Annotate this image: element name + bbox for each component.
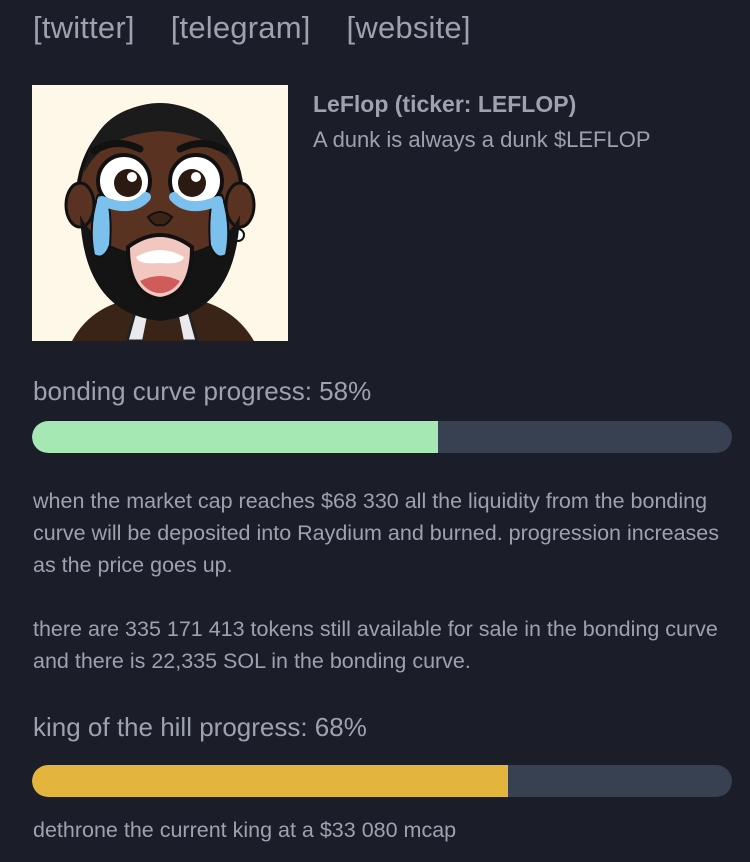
twitter-link[interactable]: [twitter] xyxy=(33,10,135,46)
website-link[interactable]: [website] xyxy=(347,10,471,46)
king-of-the-hill-label: king of the hill progress: 68% xyxy=(33,712,367,742)
telegram-link[interactable]: [telegram] xyxy=(171,10,311,46)
bonding-curve-progress-fill xyxy=(32,421,438,453)
bonding-curve-label: bonding curve progress: 58% xyxy=(33,376,372,406)
social-links: [twitter] [telegram] [website] xyxy=(33,10,471,46)
bonding-curve-progress-bar xyxy=(32,421,732,453)
coin-title: LeFlop (ticker: LEFLOP) xyxy=(313,91,577,117)
coin-description: A dunk is always a dunk $LEFLOP xyxy=(313,127,651,152)
king-of-the-hill-info: dethrone the current king at a $33 080 m… xyxy=(33,818,457,842)
bonding-curve-info: when the market cap reaches $68 330 all … xyxy=(33,489,719,577)
king-of-the-hill-progress-bar xyxy=(32,765,732,797)
king-of-the-hill-progress-fill xyxy=(32,765,508,797)
bonding-curve-token-info: there are 335 171 413 tokens still avail… xyxy=(33,617,718,673)
crying-face-cartoon xyxy=(32,85,288,341)
coin-image[interactable] xyxy=(32,85,288,341)
